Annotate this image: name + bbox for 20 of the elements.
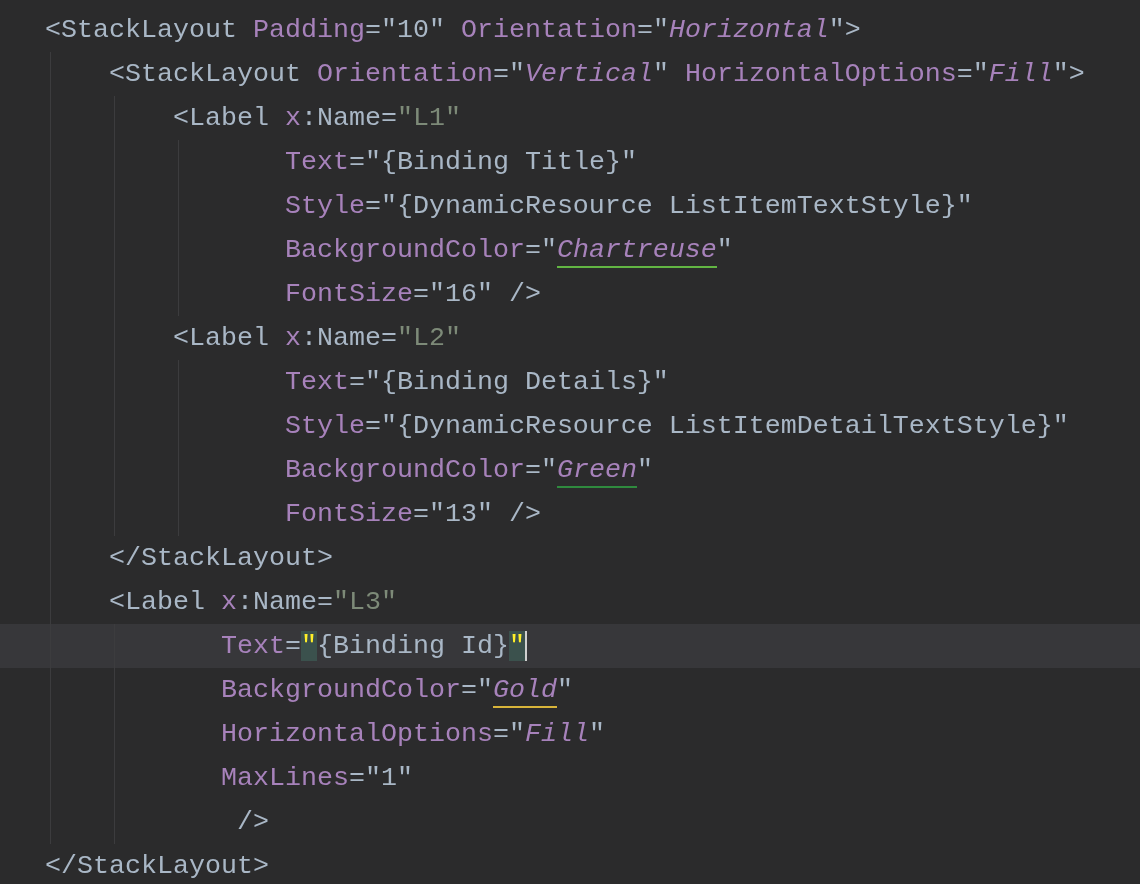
code-line: BackgroundColor="Green" <box>284 448 653 492</box>
code-line: HorizontalOptions="Fill" <box>220 718 605 751</box>
code-line: BackgroundColor="Gold" <box>220 668 573 712</box>
code-line: <StackLayout Padding="10" Orientation="Horizontal"> <box>45 14 861 47</box>
code-line: </StackLayout> <box>45 850 269 883</box>
code-line: <StackLayout Orientation="Vertical" HorizontalOptions="Fill"> <box>109 58 1085 91</box>
code-line: BackgroundColor="Chartreuse" <box>284 228 733 272</box>
code-line: <Label x:Name="L2" <box>172 322 461 355</box>
code-line: Text="{Binding Title}" <box>284 146 637 179</box>
code-line: FontSize="13" /> <box>284 498 541 531</box>
code-line: Text="{Binding Id}" <box>220 630 525 663</box>
code-line: <Label x:Name="L3" <box>109 586 397 619</box>
code-line: /> <box>236 806 269 839</box>
code-line: </StackLayout> <box>109 542 333 575</box>
code-line: <Label x:Name="L1" <box>172 102 461 135</box>
code-line: Style="{DynamicResource ListItemTextStyle}" <box>284 190 973 223</box>
code-line: MaxLines="1" <box>220 762 413 795</box>
code-line: Text="{Binding Details}" <box>284 366 669 399</box>
code-line: FontSize="16" /> <box>284 278 541 311</box>
code-line: Style="{DynamicResource ListItemDetailTextStyle}" <box>284 410 1069 443</box>
